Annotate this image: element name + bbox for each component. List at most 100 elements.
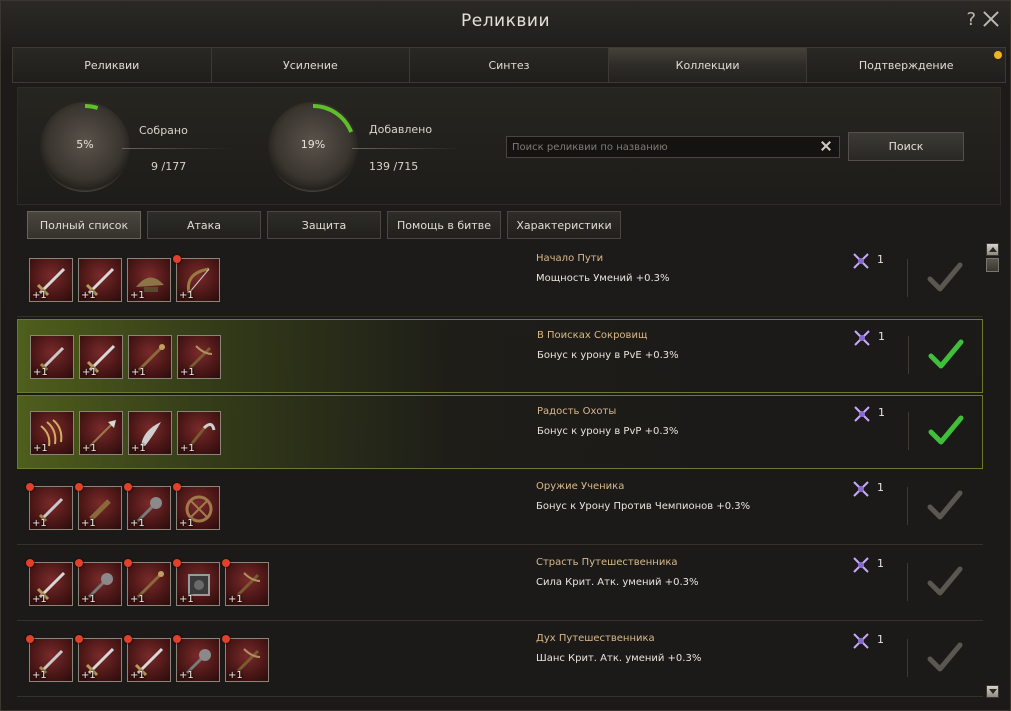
relic-slot[interactable]: +1 bbox=[26, 559, 73, 606]
filter-stats[interactable]: Характеристики bbox=[507, 211, 621, 239]
relic-slot[interactable]: +1 bbox=[177, 335, 221, 379]
row-divider bbox=[908, 412, 909, 450]
checkmark-icon[interactable] bbox=[927, 565, 963, 599]
relic-slot[interactable]: +1 bbox=[75, 635, 122, 682]
relic-slot[interactable]: +1 bbox=[30, 411, 74, 455]
scroll-thumb[interactable] bbox=[986, 258, 999, 272]
relic-slot[interactable]: +1 bbox=[124, 635, 171, 682]
relic-level: +1 bbox=[130, 518, 145, 529]
collected-caption: Собрано bbox=[139, 124, 188, 137]
relic-level: +1 bbox=[33, 443, 48, 454]
missing-dot bbox=[75, 483, 83, 491]
relic-level: +1 bbox=[130, 290, 145, 301]
missing-dot bbox=[124, 483, 132, 491]
close-icon[interactable] bbox=[982, 10, 1000, 28]
relic-level: +1 bbox=[228, 670, 243, 681]
relic-slot[interactable]: +1 bbox=[124, 483, 171, 530]
tab-synthesis[interactable]: Синтез bbox=[410, 48, 609, 82]
scroll-up-button[interactable] bbox=[986, 243, 999, 256]
row-divider bbox=[908, 336, 909, 374]
relic-slot[interactable]: +1 bbox=[124, 559, 171, 606]
help-icon[interactable]: ? bbox=[966, 9, 976, 30]
relic-slot[interactable]: +1 bbox=[177, 411, 221, 455]
filter-defense[interactable]: Защита bbox=[267, 211, 381, 239]
reward-icon bbox=[852, 404, 872, 424]
scroll-down-button[interactable] bbox=[986, 685, 999, 698]
relic-slot[interactable]: +1 bbox=[79, 411, 123, 455]
reward-icon bbox=[851, 555, 871, 575]
search-input[interactable] bbox=[506, 136, 840, 158]
collection-effect: Мощность Умений +0.3% bbox=[536, 273, 670, 284]
reward-count: 1 bbox=[877, 633, 884, 646]
collection-row[interactable]: +1 +1 +1 +1 Радость Охоты Бонус к урону в PvP… bbox=[17, 395, 983, 469]
checkmark-icon[interactable] bbox=[927, 261, 963, 295]
relic-slot[interactable]: +1 bbox=[75, 483, 122, 530]
relic-level: +1 bbox=[179, 670, 194, 681]
tab-confirmation-label: Подтверждение bbox=[858, 58, 954, 72]
relic-level: +1 bbox=[81, 518, 96, 529]
scrollbar[interactable] bbox=[986, 243, 1000, 698]
missing-dot bbox=[173, 559, 181, 567]
clear-icon[interactable] bbox=[820, 140, 832, 152]
relic-slots: +1 +1 +1 +1 bbox=[29, 255, 220, 302]
reward-count: 1 bbox=[877, 253, 884, 266]
relic-slot[interactable]: +1 bbox=[29, 258, 73, 302]
relic-slot[interactable]: +1 bbox=[79, 335, 123, 379]
collection-name: В Поисках Сокровищ bbox=[537, 330, 648, 341]
row-divider bbox=[907, 639, 908, 677]
collection-name: Оружие Ученика bbox=[536, 481, 625, 492]
relic-level: +1 bbox=[180, 367, 195, 378]
collection-row[interactable]: +1 +1 +1 +1 Начало Пути Мощность Умений +0.3%… bbox=[17, 243, 983, 317]
collection-row[interactable]: +1 +1 +1 +1 +1 Дух Путешественника Шанс Крит. … bbox=[17, 623, 983, 697]
relic-slot[interactable]: +1 bbox=[173, 255, 220, 302]
relic-level: +1 bbox=[81, 670, 96, 681]
collection-row[interactable]: +1 +1 +1 +1 +1 Страсть Путешественника Сила Кр… bbox=[17, 547, 983, 621]
collection-row[interactable]: +1 +1 +1 +1 Оружие Ученика Бонус к Урону Прот… bbox=[17, 471, 983, 545]
collection-row[interactable]: +1 +1 +1 +1 В Поисках Сокровищ Бонус к урону … bbox=[17, 319, 983, 393]
relic-level: +1 bbox=[131, 443, 146, 454]
checkmark-icon bbox=[928, 338, 964, 372]
reward-count: 1 bbox=[877, 557, 884, 570]
relic-slot[interactable]: +1 bbox=[173, 635, 220, 682]
tab-collections[interactable]: Коллекции bbox=[608, 48, 808, 82]
collected-progress-ring: 5% bbox=[40, 102, 130, 192]
relic-slot[interactable]: +1 bbox=[173, 559, 220, 606]
tab-relics[interactable]: Реликвии bbox=[13, 48, 212, 82]
checkmark-icon[interactable] bbox=[927, 489, 963, 523]
collection-effect: Сила Крит. Атк. умений +0.3% bbox=[536, 577, 699, 588]
tab-bar: Реликвии Усиление Синтез Коллекции Подтв… bbox=[12, 47, 1006, 83]
reward-icon bbox=[851, 251, 871, 271]
relic-slot[interactable]: +1 bbox=[128, 411, 172, 455]
filter-attack[interactable]: Атака bbox=[147, 211, 261, 239]
tab-enhance[interactable]: Усиление bbox=[211, 48, 411, 82]
missing-dot bbox=[222, 635, 230, 643]
relic-slot[interactable]: +1 bbox=[26, 635, 73, 682]
relic-slot[interactable]: +1 bbox=[30, 335, 74, 379]
filter-all[interactable]: Полный список bbox=[27, 211, 141, 239]
relic-slot[interactable]: +1 bbox=[78, 258, 122, 302]
relic-level: +1 bbox=[130, 594, 145, 605]
relic-slot[interactable]: +1 bbox=[173, 483, 220, 530]
added-value: 139 /715 bbox=[369, 160, 419, 173]
relic-slot[interactable]: +1 bbox=[222, 635, 269, 682]
relic-slot[interactable]: +1 bbox=[26, 483, 73, 530]
filter-bar: Полный список Атака Защита Помощь в битв… bbox=[27, 211, 621, 239]
relic-slot[interactable]: +1 bbox=[222, 559, 269, 606]
filter-battle-help[interactable]: Помощь в битве bbox=[387, 211, 501, 239]
tab-confirmation[interactable]: Подтверждение bbox=[807, 48, 1005, 82]
checkmark-icon[interactable] bbox=[927, 641, 963, 675]
notification-dot bbox=[993, 51, 1002, 59]
relic-slot[interactable]: +1 bbox=[75, 559, 122, 606]
relic-level: +1 bbox=[130, 670, 145, 681]
relic-level: +1 bbox=[32, 594, 47, 605]
collection-name: Начало Пути bbox=[536, 253, 604, 264]
relic-slot[interactable]: +1 bbox=[127, 258, 171, 302]
missing-dot bbox=[173, 255, 181, 263]
collection-effect: Шанс Крит. Атк. умений +0.3% bbox=[536, 653, 702, 664]
collection-effect: Бонус к Урону Против Чемпионов +0.3% bbox=[536, 501, 751, 512]
relic-slot[interactable]: +1 bbox=[128, 335, 172, 379]
search-button[interactable]: Поиск bbox=[848, 132, 964, 161]
relic-slots: +1 +1 +1 +1 bbox=[26, 483, 220, 530]
relic-level: +1 bbox=[33, 367, 48, 378]
row-divider bbox=[907, 487, 908, 525]
